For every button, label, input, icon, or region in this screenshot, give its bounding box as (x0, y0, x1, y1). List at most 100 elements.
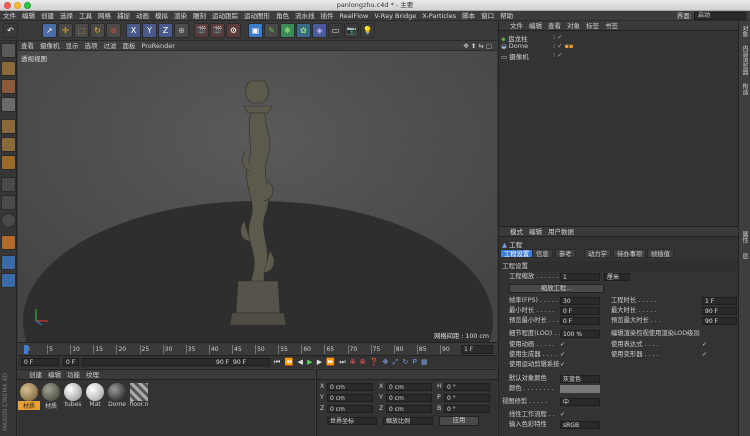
menu-mesh[interactable]: 网格 (95, 11, 114, 21)
attr-menu-mode[interactable]: 模式 (507, 227, 526, 237)
floor-icon[interactable]: ▭ (328, 23, 343, 38)
viewport-menu-options[interactable]: 选项 (82, 41, 101, 51)
strip-tab-structure[interactable]: 构造 (740, 83, 749, 95)
min-time-field[interactable]: 0 F (560, 307, 600, 315)
tab-project-settings[interactable]: 工程设置 (500, 249, 534, 258)
object-menu-file[interactable]: 文件 (507, 21, 526, 31)
live-select-icon[interactable]: ➚ (42, 23, 57, 38)
rotation-h-field[interactable]: 0 ° (444, 383, 490, 391)
goto-start-icon[interactable]: ⏮ (274, 358, 281, 366)
edges-mode-icon[interactable] (1, 137, 16, 152)
rotate-icon[interactable]: ↻ (90, 23, 105, 38)
linear-workflow-checkbox[interactable]: ✓ (560, 412, 566, 418)
rotation-key-icon[interactable]: ↻ (402, 358, 409, 366)
start-frame-field[interactable]: 0 F (21, 358, 59, 366)
y-axis-icon[interactable]: Y (142, 23, 157, 38)
move-icon[interactable]: ✛ (58, 23, 73, 38)
object-menu-object[interactable]: 对象 (564, 21, 583, 31)
current-frame-field[interactable]: 0 F (63, 358, 79, 366)
menu-file[interactable]: 文件 (0, 11, 19, 21)
x-axis-icon[interactable]: X (126, 23, 141, 38)
fps-field[interactable]: 30 (560, 297, 600, 305)
material-item[interactable]: 材质 (18, 383, 40, 413)
use-generators-checkbox[interactable]: ✓ (560, 352, 566, 358)
interface-select[interactable]: 启动 (694, 12, 746, 20)
undo-icon[interactable]: ↶ (3, 23, 18, 38)
material-menu-texture[interactable]: 纹理 (83, 370, 102, 380)
scale-key-icon[interactable]: ⤢ (393, 358, 400, 366)
size-y-field[interactable]: 0 cm (386, 394, 432, 402)
size-z-field[interactable]: 0 cm (386, 405, 432, 413)
use-animation-checkbox[interactable]: ✓ (560, 342, 566, 348)
menu-tools[interactable]: 工具 (76, 11, 95, 21)
object-row[interactable]: ▭ 摄像机 ⁝ ✓ (501, 51, 737, 61)
project-scale-unit-select[interactable]: 厘米 (604, 273, 630, 281)
menu-plugins[interactable]: 插件 (318, 11, 337, 21)
texture-mode-icon[interactable] (1, 79, 16, 94)
next-key-icon[interactable]: ⏩ (326, 358, 336, 366)
object-menu-edit[interactable]: 编辑 (526, 21, 545, 31)
scale-icon[interactable]: ⬚ (74, 23, 89, 38)
max-time-field[interactable]: 90 F (702, 307, 737, 315)
menu-xparticles[interactable]: X-Particles (419, 11, 459, 21)
goto-end-icon[interactable]: ⏭ (339, 358, 346, 366)
array-icon[interactable]: ✿ (296, 23, 311, 38)
material-menu-edit[interactable]: 编辑 (45, 370, 64, 380)
strip-tab-content-browser[interactable]: 内容浏览器 (740, 45, 749, 75)
next-frame-icon[interactable]: ▶ (317, 358, 323, 366)
menu-window[interactable]: 窗口 (478, 11, 497, 21)
menu-vray[interactable]: V-Ray Bridge (371, 11, 419, 21)
apply-button[interactable]: 应用 (439, 416, 479, 426)
model-mode-icon[interactable] (1, 61, 16, 76)
viewport-menu-display[interactable]: 显示 (63, 41, 82, 51)
playhead[interactable] (24, 345, 28, 354)
subdivision-icon[interactable]: ❋ (280, 23, 295, 38)
material-menu-function[interactable]: 功能 (64, 370, 83, 380)
view-clip-select[interactable]: 中 (560, 398, 600, 406)
play-icon[interactable]: ▶ (307, 358, 313, 366)
strip-tab-objects[interactable]: 对象 (740, 25, 749, 37)
deformer-icon[interactable]: ◈ (312, 23, 327, 38)
use-deformers-checkbox[interactable]: ✓ (702, 352, 708, 358)
menu-edit[interactable]: 编辑 (19, 11, 38, 21)
menu-realflow[interactable]: RealFlow (337, 11, 372, 21)
default-color-select[interactable]: 灰蓝色 (560, 375, 600, 383)
polygons-mode-icon[interactable] (1, 155, 16, 170)
project-time-field[interactable]: 1 F (702, 297, 737, 305)
param-key-icon[interactable]: P (413, 358, 418, 366)
viewport-menu-cameras[interactable]: 摄像机 (37, 41, 63, 51)
zoom-window-button[interactable] (24, 2, 31, 9)
minimize-window-button[interactable] (14, 2, 21, 9)
menu-mograph[interactable]: 运动图形 (241, 11, 273, 21)
scale-project-button[interactable]: 缩放工程... (509, 284, 604, 293)
use-motion-checkbox[interactable]: ✓ (560, 362, 566, 368)
project-scale-field[interactable]: 1 (560, 273, 600, 281)
render-lod-checkbox[interactable] (727, 331, 733, 337)
make-editable-icon[interactable] (1, 43, 16, 58)
end-frame-field[interactable]: 90 F (230, 358, 270, 366)
camera-icon[interactable]: 📷 (344, 23, 359, 38)
prev-frame-icon[interactable]: ◀ (298, 358, 304, 366)
material-item[interactable]: Mat (84, 383, 106, 413)
material-item[interactable]: Dome (106, 383, 128, 413)
enable-axis-icon[interactable] (1, 177, 16, 192)
object-menu-bookmarks[interactable]: 书签 (602, 21, 621, 31)
perspective-viewport[interactable]: 透视视图 网格间距 : 100 cm (18, 51, 497, 342)
attr-menu-edit[interactable]: 编辑 (526, 227, 545, 237)
menu-help[interactable]: 帮助 (497, 11, 516, 21)
material-item[interactable]: tubes (62, 383, 84, 413)
tab-todo[interactable]: 待办事项 (613, 249, 647, 258)
z-axis-icon[interactable]: Z (158, 23, 173, 38)
strip-tab-layers[interactable]: 层 (740, 253, 749, 259)
material-menu-create[interactable]: 创建 (26, 370, 45, 380)
world-coord-select[interactable]: 世界坐标 (327, 417, 377, 425)
menu-sculpt[interactable]: 雕刻 (190, 11, 209, 21)
position-x-field[interactable]: 0 cm (327, 383, 373, 391)
menu-render[interactable]: 渲染 (171, 11, 190, 21)
cube-icon[interactable]: ▣ (248, 23, 263, 38)
menu-simulate[interactable]: 模拟 (152, 11, 171, 21)
close-window-button[interactable] (4, 2, 11, 9)
preview-max-field[interactable]: 90 F (702, 317, 737, 325)
lock-workplane-icon[interactable] (1, 273, 16, 288)
light-icon[interactable]: 💡 (360, 23, 375, 38)
